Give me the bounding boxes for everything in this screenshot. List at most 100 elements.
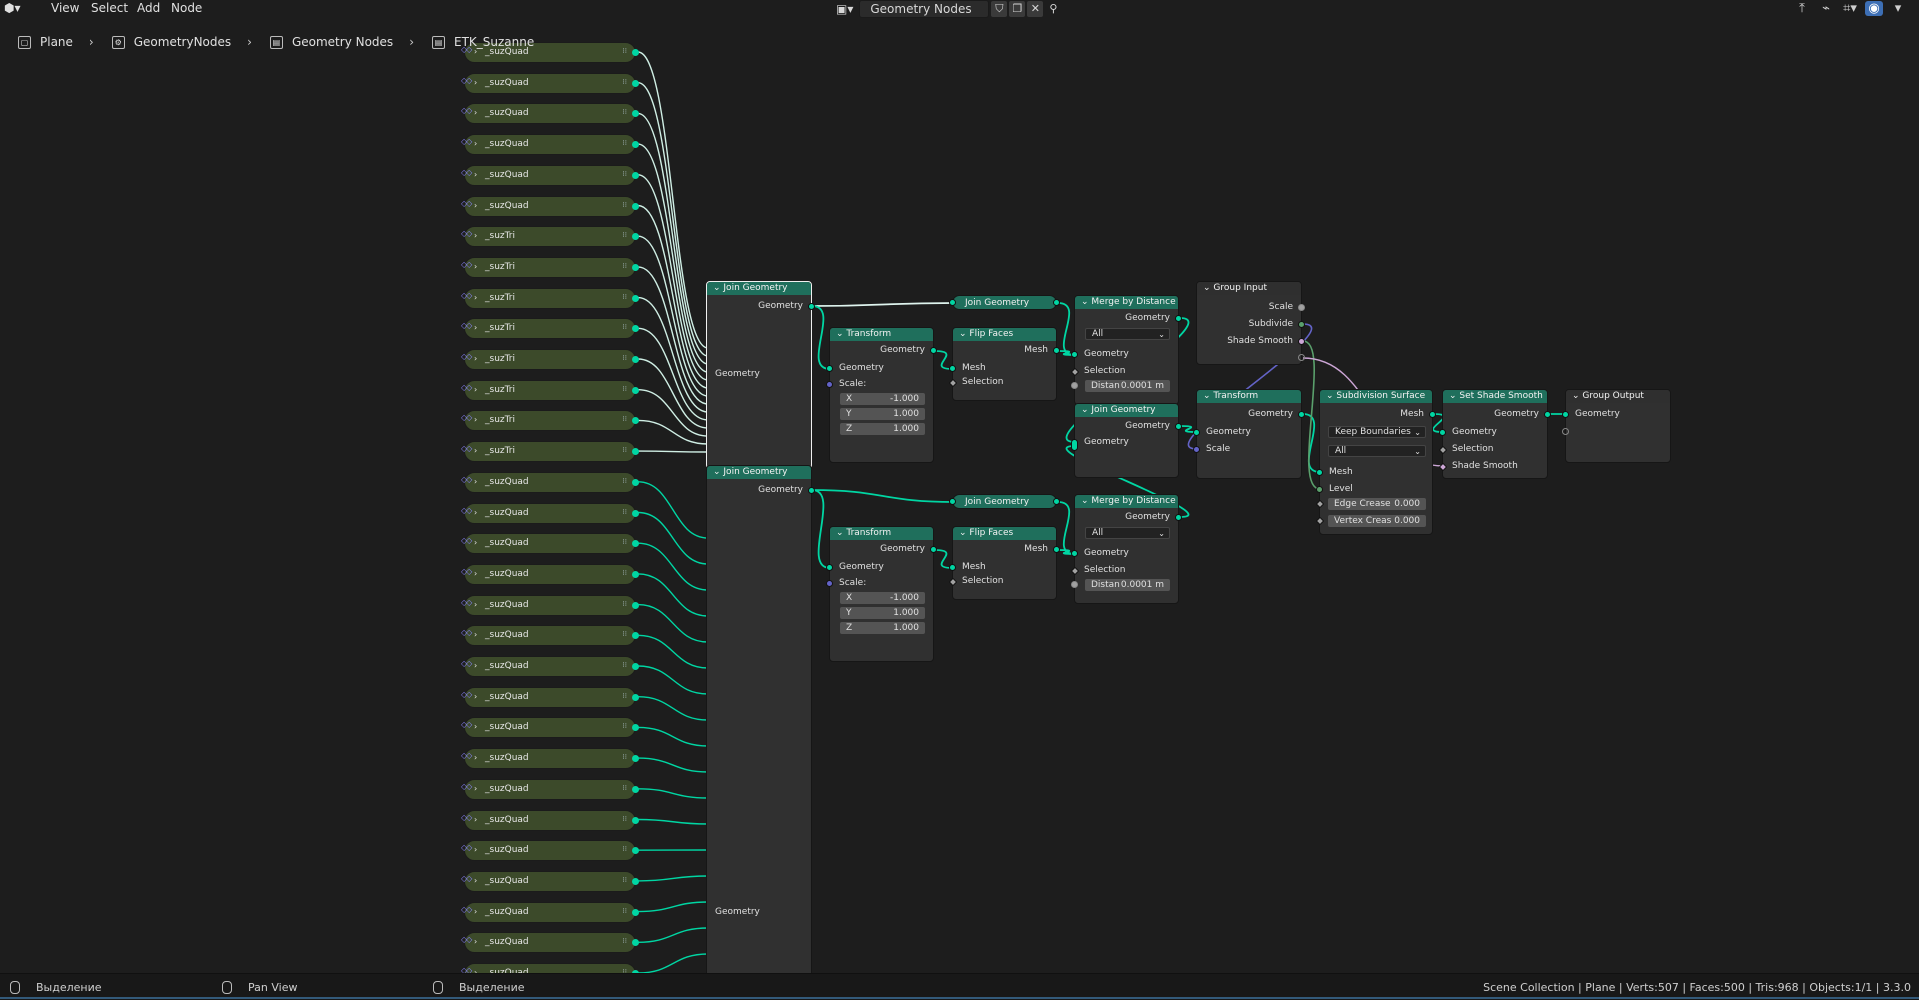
geometry-output-socket[interactable]: [632, 909, 639, 916]
merge-by-distance-node-1[interactable]: ⌄ Merge by Distance Geometry All⌄ Geomet…: [1074, 295, 1179, 405]
geometry-multi-input-socket[interactable]: [1071, 439, 1078, 451]
instance-input-sockets[interactable]: ◇◇: [461, 291, 471, 300]
instance-node-suzquad[interactable]: ◇◇›_suzQuad⁞⁞: [464, 533, 636, 554]
geometry-output-socket[interactable]: [930, 347, 937, 354]
instance-node-suzquad[interactable]: ◇◇›_suzQuad⁞⁞: [464, 656, 636, 677]
instance-input-sockets[interactable]: ◇◇: [461, 966, 471, 973]
instance-node-suzquad[interactable]: ◇◇›_suzQuad⁞⁞: [464, 717, 636, 738]
geometry-output-socket[interactable]: [632, 571, 639, 578]
breadcrumb-modifier[interactable]: ⚙GeometryNodes: [94, 35, 231, 49]
empty-output-socket[interactable]: [1298, 354, 1305, 361]
geometry-input-socket[interactable]: [949, 299, 956, 306]
geometry-input-socket[interactable]: [826, 365, 833, 372]
merge-mode-dropdown[interactable]: All⌄: [1085, 527, 1170, 539]
merge-by-distance-node-2[interactable]: ⌄ Merge by Distance Geometry All⌄ Geomet…: [1074, 494, 1179, 604]
instance-input-sockets[interactable]: ◇◇: [461, 413, 471, 422]
scale-output-socket[interactable]: [1298, 304, 1305, 311]
group-input-node[interactable]: ⌄ Group Input Scale Subdivide Shade Smoo…: [1196, 281, 1302, 365]
instance-node-suzquad[interactable]: ◇◇›_suzQuad⁞⁞: [464, 73, 636, 94]
geometry-output-socket[interactable]: [632, 817, 639, 824]
join-geometry-node-3[interactable]: ⌄ Join Geometry Geometry Geometry: [1074, 403, 1179, 478]
instance-node-suzquad[interactable]: ◇◇›_suzQuad⁞⁞: [464, 748, 636, 769]
instance-node-suzquad[interactable]: ◇◇›_suzQuad⁞⁞: [464, 134, 636, 155]
geometry-output-socket[interactable]: [1175, 514, 1182, 521]
menu-node[interactable]: Node: [171, 1, 202, 15]
distance-input-socket[interactable]: [1071, 581, 1078, 588]
parent-node-tree-icon[interactable]: ⤒: [1793, 1, 1811, 16]
instance-input-sockets[interactable]: ◇◇: [461, 628, 471, 637]
instance-node-suzquad[interactable]: ◇◇›_suzQuad⁞⁞: [464, 503, 636, 524]
geometry-input-socket[interactable]: [1071, 351, 1078, 358]
group-output-node[interactable]: ⌄ Group Output Geometry: [1565, 389, 1671, 463]
scale-input-socket[interactable]: [1193, 446, 1200, 453]
geometry-output-socket[interactable]: [632, 172, 639, 179]
instance-input-sockets[interactable]: ◇◇: [461, 168, 471, 177]
instance-node-suztri[interactable]: ◇◇›_suzTri⁞⁞: [464, 380, 636, 401]
instance-node-suzquad[interactable]: ◇◇›_suzQuad⁞⁞: [464, 472, 636, 493]
instance-input-sockets[interactable]: ◇◇: [461, 106, 471, 115]
scale-x-field[interactable]: X-1.000: [840, 393, 925, 405]
instance-node-suzquad[interactable]: ◇◇›_suzQuad⁞⁞: [464, 840, 636, 861]
geometry-input-socket[interactable]: [1562, 411, 1569, 418]
geometry-input-socket[interactable]: [1439, 429, 1446, 436]
flip-faces-node-1[interactable]: ⌄ Flip Faces Mesh Mesh Selection: [952, 327, 1057, 401]
empty-input-socket[interactable]: [1562, 428, 1569, 435]
scale-y-field[interactable]: Y1.000: [840, 408, 925, 420]
instance-input-sockets[interactable]: ◇◇: [461, 260, 471, 269]
distance-field[interactable]: Distan0.0001 m: [1085, 579, 1170, 591]
instance-input-sockets[interactable]: ◇◇: [461, 782, 471, 791]
instance-node-suztri[interactable]: ◇◇›_suzTri⁞⁞: [464, 226, 636, 247]
geometry-output-socket[interactable]: [632, 663, 639, 670]
vertex-crease-field[interactable]: Vertex Creas0.000: [1328, 515, 1426, 527]
scale-input-socket[interactable]: [826, 580, 833, 587]
instance-node-suzquad[interactable]: ◇◇›_suzQuad⁞⁞: [464, 963, 636, 973]
scale-input-socket[interactable]: [826, 381, 833, 388]
instance-input-sockets[interactable]: ◇◇: [461, 475, 471, 484]
join-geometry-collapsed-1[interactable]: Join Geometry: [952, 295, 1057, 310]
transform-node-3[interactable]: ⌄ Transform Geometry Geometry Scale: [1196, 389, 1302, 479]
instance-node-suzquad[interactable]: ◇◇›_suzQuad⁞⁞: [464, 196, 636, 217]
instance-input-sockets[interactable]: ◇◇: [461, 567, 471, 576]
menu-select[interactable]: Select: [91, 1, 128, 15]
geometry-output-socket[interactable]: [632, 387, 639, 394]
geometry-output-socket[interactable]: [930, 546, 937, 553]
instance-node-suztri[interactable]: ◇◇›_suzTri⁞⁞: [464, 318, 636, 339]
mesh-output-socket[interactable]: [1053, 546, 1060, 553]
geometry-input-socket[interactable]: [1193, 429, 1200, 436]
join-geometry-node-1[interactable]: ⌄ Join Geometry Geometry Geometry: [706, 281, 812, 469]
instance-input-sockets[interactable]: ◇◇: [461, 506, 471, 515]
edge-crease-field[interactable]: Edge Crease0.000: [1328, 498, 1426, 510]
geometry-output-socket[interactable]: [1175, 315, 1182, 322]
breadcrumb-object[interactable]: ▢Plane: [0, 35, 73, 49]
mesh-output-socket[interactable]: [1053, 347, 1060, 354]
instance-node-suzquad[interactable]: ◇◇›_suzQuad⁞⁞: [464, 871, 636, 892]
geometry-output-socket[interactable]: [632, 203, 639, 210]
distance-field[interactable]: Distan0.0001 m: [1085, 380, 1170, 392]
transform-node-1[interactable]: ⌄ Transform Geometry Geometry Scale: X-1…: [829, 327, 934, 463]
set-shade-smooth-node[interactable]: ⌄ Set Shade Smooth Geometry Geometry Sel…: [1442, 389, 1548, 479]
editor-type-dropdown[interactable]: ⬢▾: [4, 1, 21, 15]
instance-node-suzquad[interactable]: ◇◇›_suzQuad⁞⁞: [464, 103, 636, 124]
mesh-input-socket[interactable]: [949, 564, 956, 571]
node-editor-canvas[interactable]: ◇◇›_suzQuad⁞⁞◇◇›_suzQuad⁞⁞◇◇›_suzQuad⁞⁞◇…: [0, 18, 1919, 973]
snap-mode-icon[interactable]: ⌗▾: [1841, 1, 1859, 16]
scale-z-field[interactable]: Z1.000: [840, 622, 925, 634]
instance-input-sockets[interactable]: ◇◇: [461, 690, 471, 699]
boundary-smooth-dropdown[interactable]: Keep Boundaries⌄: [1328, 426, 1426, 438]
instance-node-suzquad[interactable]: ◇◇›_suzQuad⁞⁞: [464, 625, 636, 646]
mesh-input-socket[interactable]: [1316, 469, 1323, 476]
fake-user-icon[interactable]: ⛉: [991, 1, 1007, 17]
join-geometry-collapsed-2[interactable]: Join Geometry: [952, 494, 1057, 509]
instance-node-suzquad[interactable]: ◇◇›_suzQuad⁞⁞: [464, 810, 636, 831]
mesh-output-socket[interactable]: [1429, 411, 1436, 418]
instance-node-suztri[interactable]: ◇◇›_suzTri⁞⁞: [464, 288, 636, 309]
node-tree-name-field[interactable]: Geometry Nodes: [859, 0, 989, 18]
unlink-icon[interactable]: ✕: [1027, 1, 1043, 17]
geometry-output-socket[interactable]: [632, 694, 639, 701]
instance-node-suzquad[interactable]: ◇◇›_suzQuad⁞⁞: [464, 564, 636, 585]
geometry-output-socket[interactable]: [632, 878, 639, 885]
geometry-output-socket[interactable]: [632, 602, 639, 609]
instance-input-sockets[interactable]: ◇◇: [461, 352, 471, 361]
instance-node-suzquad[interactable]: ◇◇›_suzQuad⁞⁞: [464, 902, 636, 923]
geometry-input-socket[interactable]: [1071, 550, 1078, 557]
